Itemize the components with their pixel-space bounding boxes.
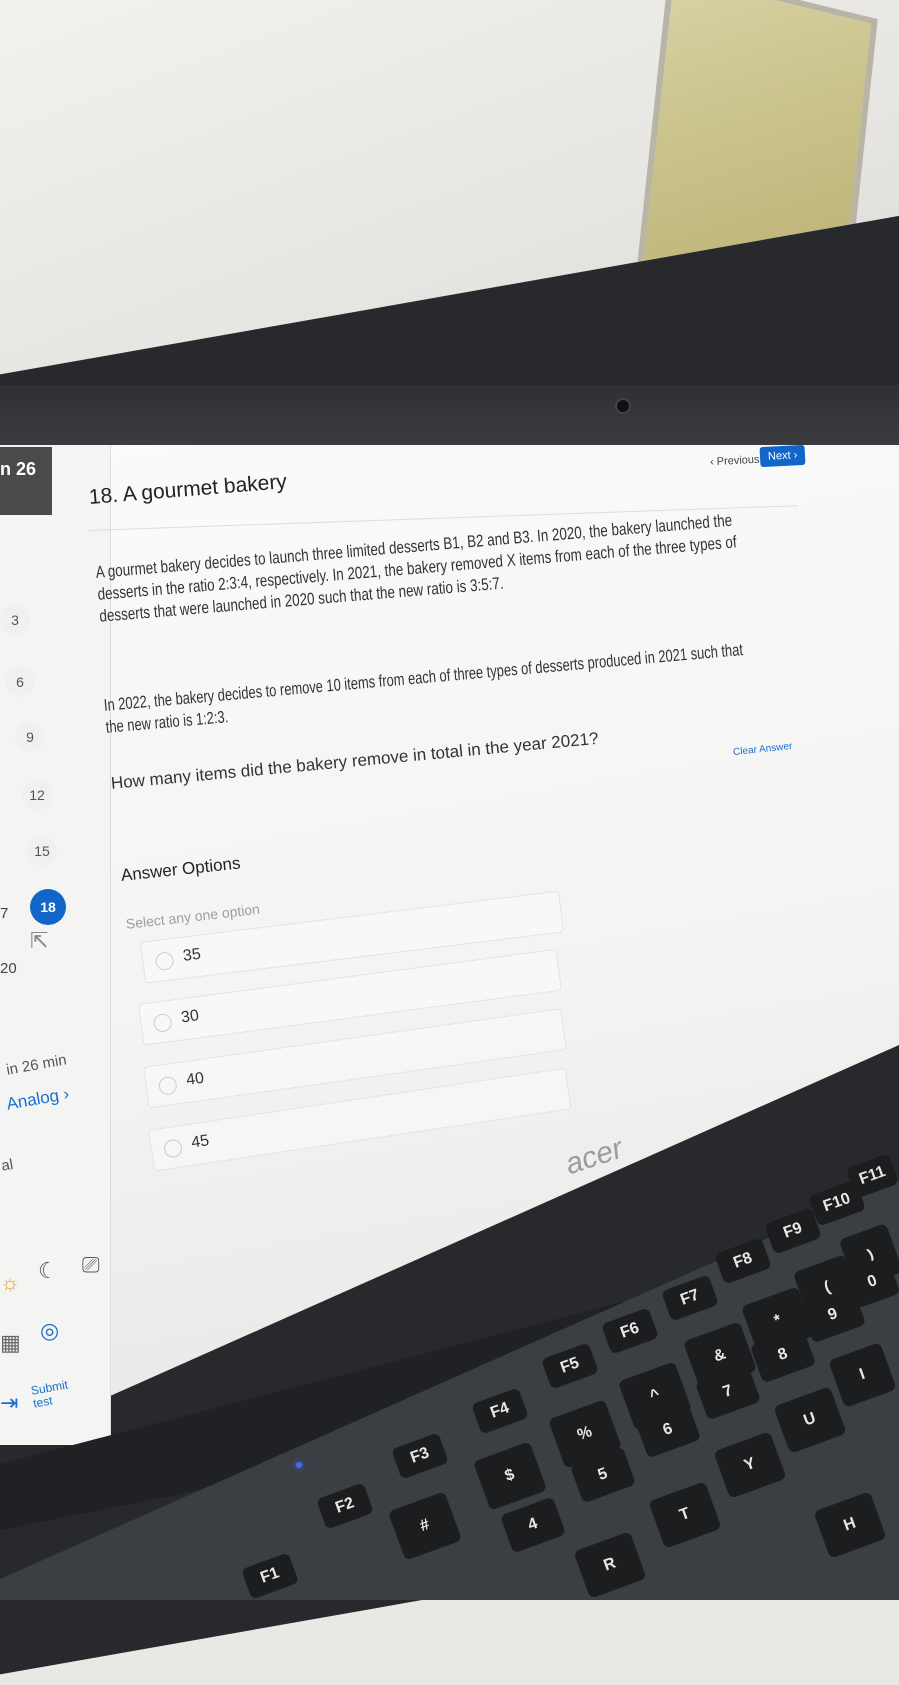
calculator-icon[interactable]: ▦ [0,1330,21,1356]
edge-question-number: 20 [0,960,17,977]
question-number-18-active[interactable]: 18 [30,889,66,925]
option-label: 45 [190,1132,211,1152]
sun-icon[interactable]: ☼ [0,1270,20,1296]
question-number-9[interactable]: 9 [15,722,45,752]
question-number-3[interactable]: 3 [0,605,30,635]
radio-button[interactable] [162,1138,184,1159]
timer-tab: n 26 [0,447,52,515]
option-label: 30 [180,1007,200,1027]
radio-button[interactable] [152,1012,173,1034]
moon-icon[interactable]: ☾ [38,1258,58,1284]
power-led-icon [296,1462,302,1468]
radio-button[interactable] [154,951,175,972]
timer-text: n 26 [0,459,37,479]
option-label: 40 [185,1069,206,1090]
option-label: 35 [182,945,202,965]
mouse-cursor-icon: ⇱ [30,928,49,953]
radio-button[interactable] [157,1075,179,1096]
next-button[interactable]: Next › [759,444,806,468]
previous-button[interactable]: ‹ Previous [702,449,768,472]
screen-bezel-top [0,385,899,445]
question-number-15[interactable]: 15 [27,836,57,866]
edge-question-number: 7 [0,905,9,922]
camera-icon[interactable]: ⎚ [82,1252,100,1278]
help-icon[interactable]: ◎ [40,1318,59,1344]
webcam-icon [615,398,631,414]
question-number-12[interactable]: 12 [22,780,52,810]
question-number-6[interactable]: 6 [5,667,35,697]
submit-arrow-icon[interactable]: ⇥ [0,1390,18,1416]
